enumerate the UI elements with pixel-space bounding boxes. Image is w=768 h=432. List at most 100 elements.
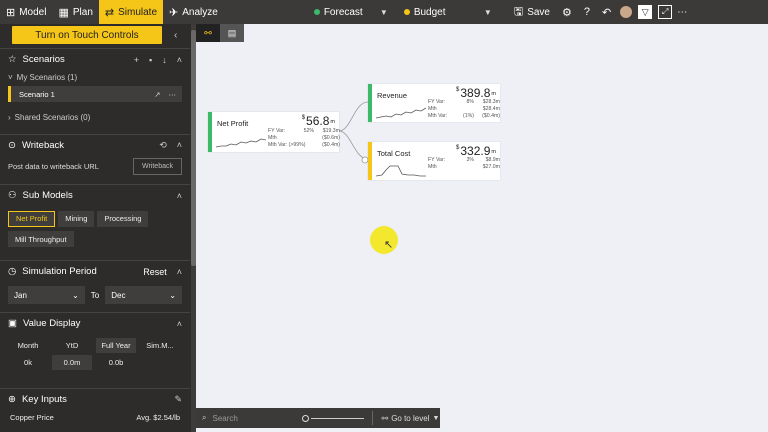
budget-dropdown[interactable]: Budget ▼ [398,0,498,24]
shared-scenarios-toggle[interactable]: › Shared Scenarios (0) [0,110,190,124]
filter-button[interactable]: ▽ [635,0,655,24]
scenarios-section: ☆ Scenarios + ▪ ↓ ˄ ˅ My Scenarios (1) S… [0,48,190,124]
currency-symbol: $ [456,87,460,93]
plan-tab[interactable]: ▦ Plan [52,0,98,24]
help-button[interactable]: ? [578,0,596,24]
sub-model-processing[interactable]: Processing [97,210,149,227]
more-icon[interactable]: ⋯ [169,90,177,99]
format-0-0b-option[interactable]: 0.0b [96,355,136,370]
chevron-up-icon[interactable]: ˄ [177,140,182,151]
my-scenarios-toggle[interactable]: ˅ My Scenarios (1) [0,70,190,84]
forecast-dropdown[interactable]: Forecast ▼ [308,0,394,24]
analyze-icon: ✈ [169,6,179,19]
writeback-icon: ⊙ [8,140,16,151]
zoom-slider[interactable] [302,414,365,422]
analyze-tab[interactable]: ✈ Analyze [163,0,224,24]
period-from-value: Jan [14,290,27,300]
shared-scenarios-label: Shared Scenarios (0) [14,112,91,122]
chevron-up-icon[interactable]: ˄ [177,191,182,201]
edit-inputs-icon[interactable]: ✎ [174,394,182,405]
simulate-tab[interactable]: ⇄ Simulate [98,0,164,24]
collapse-panel-icon[interactable]: ‹ [174,30,177,41]
metric-label: Mth [268,135,277,141]
metric-label: Mth [428,106,437,112]
chevron-down-icon: ▼ [379,7,388,17]
table-icon: ▦ [58,6,69,19]
search-input[interactable]: Search [212,414,302,423]
period-to-select[interactable]: Dec ⌄ [105,286,182,304]
forecast-label: Forecast [323,6,363,18]
node-net-profit[interactable]: Net Profit $ 56.8 m FY Var: 52% $19.3m Mth… [208,112,340,152]
scenarios-header[interactable]: ☆ Scenarios + ▪ ↓ ˄ [0,48,190,70]
period-ytd-option[interactable]: YtD [52,338,92,353]
node-value: $ 389.8 m [456,86,496,100]
divider [372,411,374,425]
node-revenue[interactable]: Revenue $ 389.8 m FY Var: 8% $28.3m Mth $28… [368,84,500,122]
writeback-header[interactable]: ⊙ Writeback ⟲ ˄ [0,134,190,156]
chevron-up-icon[interactable]: ˄ [177,319,182,329]
metric-value: ($0.4m) [322,142,340,148]
undo-button[interactable]: ↶ [596,0,617,24]
chevron-down-icon: ▼ [432,414,440,422]
slider-thumb[interactable] [302,414,310,422]
node-total-cost[interactable]: Total Cost $ 332.9 m FY Var: 3% $8.9m Mth $… [368,142,500,180]
gear-icon: ⚙ [561,6,572,19]
hierarchy-icon: ⚇ [8,190,17,201]
chevron-down-icon: ˅ [8,72,13,82]
go-to-level-button[interactable]: ⚯ Go to level ▼ [381,414,439,423]
key-inputs-section: ⊕ Key Inputs ✎ Copper Price Avg. $2.54/l… [0,388,190,425]
save-icon: 🖫 [513,5,524,18]
scenario-name: Scenario 1 [19,89,55,99]
sub-models-header[interactable]: ⚇ Sub Models ˄ [0,184,190,206]
period-month-option[interactable]: Month [8,338,48,353]
simulation-period-header[interactable]: ◷ Simulation Period Reset ˄ [0,260,190,282]
period-to-value: Dec [111,290,126,300]
sub-model-mill-throughput[interactable]: Mill Throughput [8,231,74,247]
period-sim-option[interactable]: Sim.M... [140,338,180,353]
value-display-header[interactable]: ▣ Value Display ˄ [0,312,190,334]
add-icon[interactable]: + [134,55,139,65]
control-panel: Turn on Touch Controls ‹ ☆ Scenarios + ▪… [0,24,196,432]
key-inputs-header[interactable]: ⊕ Key Inputs ✎ [0,388,190,410]
metric-label: FY Var: [428,99,446,105]
metric-value: ($0.4m) [482,113,500,119]
key-input-value[interactable]: Avg. $2.54/lb [136,413,180,422]
metric-pct: (1%) [463,113,474,119]
writeback-button[interactable]: Writeback [133,158,182,175]
value-number: 56.8 [306,114,330,128]
format-0k-option[interactable]: 0k [8,355,48,370]
sub-model-mining[interactable]: Mining [58,210,95,227]
save-icon[interactable]: ▪ [149,55,152,65]
search-icon: ⌕ [202,413,207,422]
simulation-period-title: Simulation Period [22,266,97,277]
scenario-row[interactable]: Scenario 1 ↗ ⋯ [8,86,182,102]
reset-button[interactable]: Reset [143,267,167,277]
metric-pct: 3% [466,157,475,163]
period-from-select[interactable]: Jan ⌄ [8,286,85,304]
settings-button[interactable]: ⚙ [556,0,578,24]
metric-label: FY Var: [428,157,446,163]
more-button[interactable]: ⋯ [675,0,689,24]
user-avatar[interactable] [617,0,635,24]
undo-icon: ↶ [601,6,612,19]
share-icon[interactable]: ↗ [154,90,160,99]
chevron-up-icon[interactable]: ˄ [177,55,182,65]
chevron-down-icon: ▼ [483,7,492,17]
simulate-tab-label: Simulate [118,6,158,18]
touch-controls-button[interactable]: Turn on Touch Controls [12,26,162,44]
period-full-year-option[interactable]: Full Year [96,338,136,353]
sparkline [376,107,426,119]
model-tab[interactable]: ⊞ Model [0,0,52,24]
simulate-icon: ⇄ [104,6,115,19]
sparkline [376,165,426,177]
format-0-0m-option[interactable]: 0.0m [52,355,92,370]
sub-model-net-profit[interactable]: Net Profit [8,210,56,227]
save-button[interactable]: 🖫 Save [508,0,556,24]
expand-button[interactable]: ⤢ [655,0,675,24]
chevron-right-icon: › [8,112,11,122]
node-value: $ 56.8 m [302,114,335,128]
chevron-up-icon[interactable]: ˄ [177,267,182,277]
history-icon[interactable]: ⟲ [159,140,167,151]
download-icon[interactable]: ↓ [162,55,167,65]
metric-label: FY Var: [268,128,286,134]
